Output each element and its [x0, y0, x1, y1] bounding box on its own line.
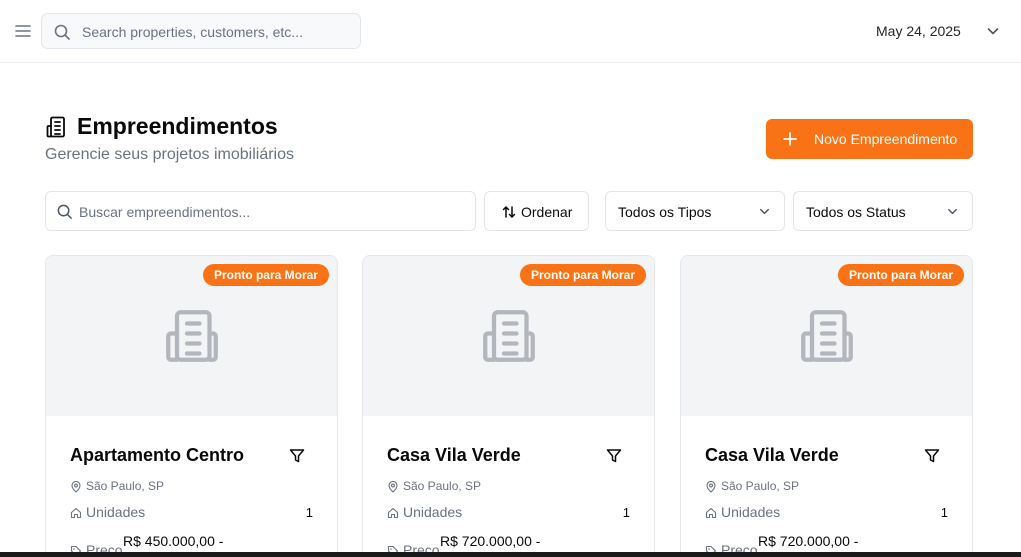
card-location: São Paulo, SP	[403, 479, 482, 493]
price-value: R$ 720.000,00 -	[440, 533, 541, 549]
units-value: 1	[305, 505, 313, 520]
map-pin-icon	[70, 480, 82, 493]
sort-button[interactable]: Ordenar	[484, 191, 589, 231]
menu-icon[interactable]	[14, 22, 32, 40]
home-icon	[705, 506, 717, 519]
filter-icon[interactable]	[288, 447, 306, 465]
search-icon	[56, 203, 73, 220]
status-select-value: Todos os Status	[806, 204, 906, 220]
sort-button-label: Ordenar	[521, 204, 573, 220]
units-value: 1	[622, 505, 630, 520]
units-label: Unidades	[403, 504, 463, 520]
card-title: Casa Vila Verde	[387, 445, 521, 465]
sort-icon	[501, 204, 517, 220]
project-card[interactable]: Pronto para Morar Apartamento Centro São…	[45, 255, 338, 557]
status-badge: Pronto para Morar	[837, 264, 964, 286]
units-value: 1	[940, 505, 948, 520]
new-project-button-label: Novo Empreendimento	[814, 131, 958, 147]
card-image-placeholder: Pronto para Morar	[46, 256, 337, 416]
building-icon	[162, 306, 222, 366]
project-card[interactable]: Pronto para Morar Casa Vila Verde São Pa…	[362, 255, 655, 557]
card-title: Apartamento Centro	[70, 445, 245, 465]
card-image-placeholder: Pronto para Morar	[363, 256, 654, 416]
plus-icon	[782, 131, 798, 147]
card-title: Casa Vila Verde	[705, 445, 839, 465]
type-select[interactable]: Todos os Tipos	[605, 191, 785, 231]
card-location: São Paulo, SP	[86, 479, 165, 493]
search-icon	[53, 23, 71, 41]
map-pin-icon	[705, 480, 717, 493]
home-icon	[70, 506, 82, 519]
price-value: R$ 720.000,00 -	[758, 533, 859, 549]
card-image-placeholder: Pronto para Morar	[681, 256, 972, 416]
filter-icon[interactable]	[605, 447, 623, 465]
units-label: Unidades	[721, 504, 781, 520]
map-pin-icon	[387, 480, 399, 493]
global-search-box	[41, 13, 361, 49]
building-icon	[45, 115, 69, 139]
chevron-down-icon	[757, 204, 772, 219]
home-icon	[387, 506, 399, 519]
project-card[interactable]: Pronto para Morar Casa Vila Verde São Pa…	[680, 255, 973, 557]
card-location: São Paulo, SP	[721, 479, 800, 493]
top-bar: May 24, 2025	[0, 0, 1021, 63]
building-icon	[479, 306, 539, 366]
type-select-value: Todos os Tipos	[618, 204, 712, 220]
window-bottom-edge	[0, 552, 1021, 557]
page-title: Empreendimentos	[77, 113, 278, 139]
status-badge: Pronto para Morar	[519, 264, 646, 286]
status-select[interactable]: Todos os Status	[793, 191, 973, 231]
date-label[interactable]: May 24, 2025	[876, 23, 961, 39]
global-search-input[interactable]	[82, 22, 352, 42]
price-value: R$ 450.000,00 -	[123, 533, 224, 549]
chevron-down-icon[interactable]	[985, 23, 1001, 39]
chevron-down-icon	[945, 204, 960, 219]
building-icon	[797, 306, 857, 366]
page-subtitle: Gerencie seus projetos imobiliários	[45, 146, 294, 163]
project-search-input[interactable]	[79, 202, 459, 222]
filter-icon[interactable]	[923, 447, 941, 465]
status-badge: Pronto para Morar	[202, 264, 329, 286]
new-project-button[interactable]: Novo Empreendimento	[766, 119, 973, 159]
project-search-box	[45, 191, 476, 231]
units-label: Unidades	[86, 504, 146, 520]
